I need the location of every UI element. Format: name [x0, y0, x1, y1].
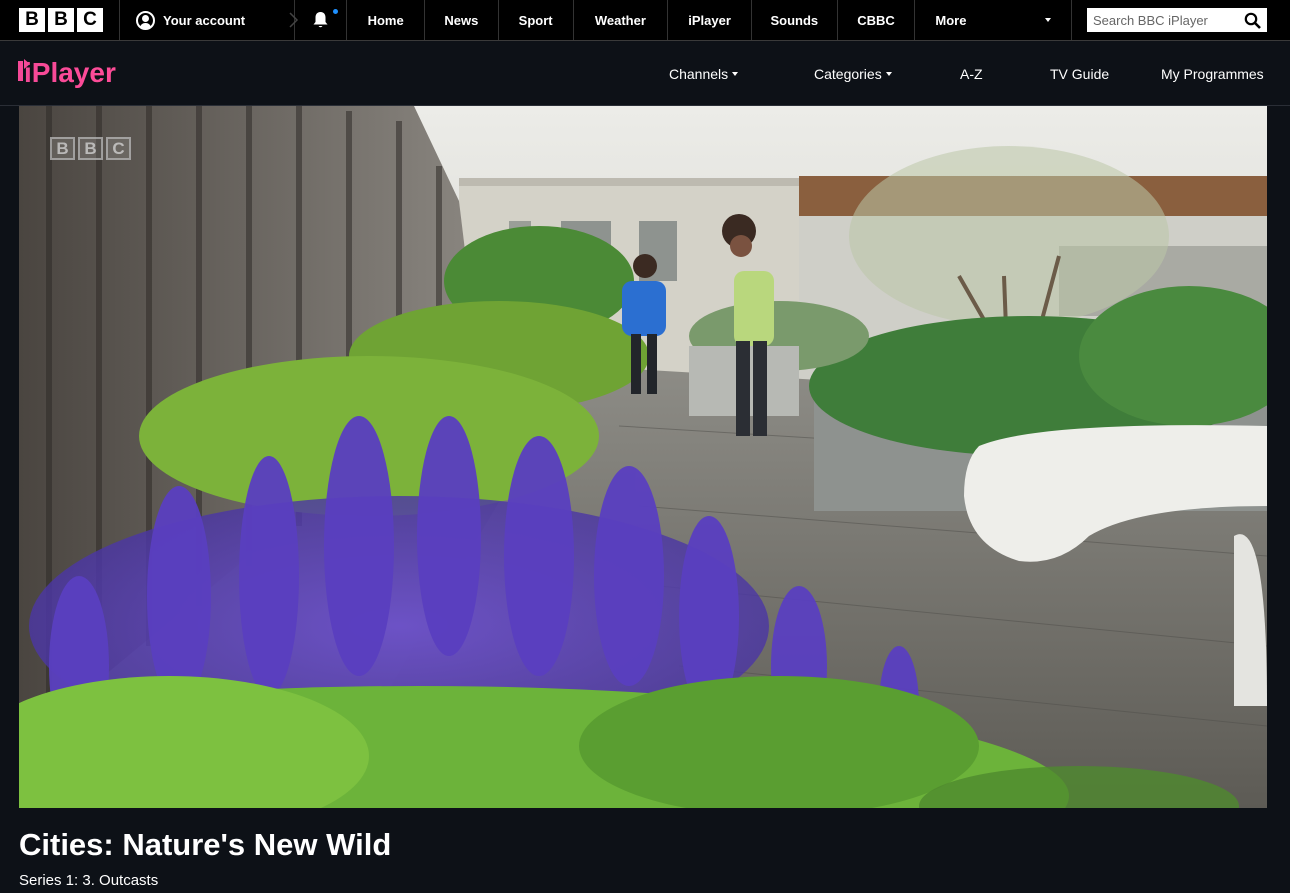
watermark-b1: B — [50, 137, 75, 160]
search-input[interactable] — [1093, 12, 1233, 28]
notifications-button[interactable] — [295, 0, 348, 40]
account-link[interactable]: Your account — [120, 0, 299, 40]
search-box — [1087, 8, 1267, 32]
nav-channels[interactable]: Channels — [669, 41, 739, 106]
notification-dot — [333, 9, 339, 14]
iplayer-logo-mark: iPlayer — [18, 57, 116, 88]
nav-a-z[interactable]: A-Z — [960, 41, 983, 106]
bbc-global-nav: B B C Your account Home News Sport Weath… — [0, 0, 1290, 41]
iplayer-nav: iPlayer Channels Categories A-Z TV Guide… — [0, 41, 1290, 106]
more-label: More — [935, 12, 967, 28]
nav-home[interactable]: Home — [347, 0, 426, 40]
account-label: Your account — [163, 12, 246, 28]
video-frame-image — [19, 106, 1267, 808]
search-area — [1072, 0, 1290, 40]
bbc-logo-c: C — [77, 8, 103, 32]
nav-iplayer[interactable]: iPlayer — [668, 0, 752, 40]
nav-weather[interactable]: Weather — [574, 0, 669, 40]
iplayer-logo-text: iPlayer — [24, 57, 116, 88]
chevron-down-icon — [885, 71, 892, 76]
nav-channels-label: Channels — [669, 65, 729, 82]
bbc-logo-b1: B — [19, 8, 45, 32]
nav-categories[interactable]: Categories — [814, 41, 892, 106]
bbc-logo-b2: B — [48, 8, 74, 32]
video-player[interactable]: B B C — [19, 106, 1267, 808]
channel-watermark: B B C — [50, 137, 131, 160]
chevron-down-icon — [732, 71, 739, 76]
nav-categories-label: Categories — [814, 65, 882, 82]
nav-my-programmes[interactable]: My Programmes — [1161, 41, 1264, 106]
nav-tv-guide[interactable]: TV Guide — [1050, 41, 1109, 106]
nav-cbbc[interactable]: CBBC — [838, 0, 916, 40]
episode-subtitle: Series 1: 3. Outcasts — [19, 872, 159, 889]
programme-title: Cities: Nature's New Wild — [19, 827, 392, 862]
watermark-b2: B — [78, 137, 103, 160]
account-icon — [136, 10, 155, 30]
nav-news[interactable]: News — [425, 0, 499, 40]
bell-icon — [313, 12, 328, 28]
search-icon[interactable] — [1244, 12, 1261, 29]
iplayer-logo[interactable]: iPlayer — [18, 53, 132, 100]
more-menu[interactable]: More — [915, 0, 1072, 40]
nav-sport[interactable]: Sport — [499, 0, 574, 40]
watermark-c: C — [106, 137, 131, 160]
chevron-down-icon — [1045, 18, 1051, 22]
nav-sounds[interactable]: Sounds — [752, 0, 838, 40]
bbc-logo[interactable]: B B C — [0, 0, 120, 40]
